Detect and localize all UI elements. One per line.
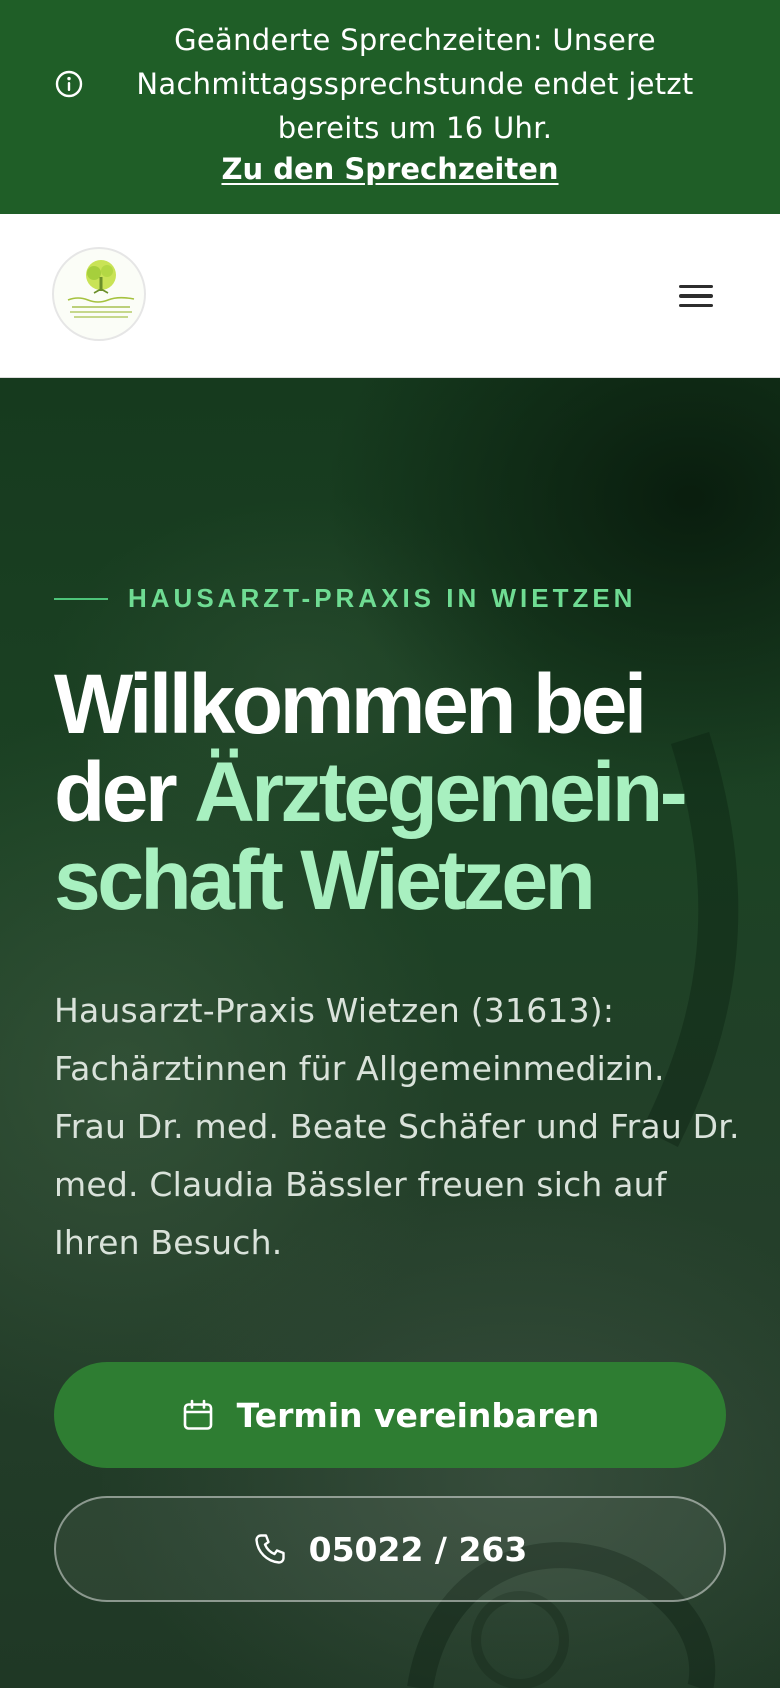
hero-intro: Hausarzt-Praxis Wietzen (31613): Fachärz… [54,991,740,1262]
announcement-text: Geänderte Sprechzeiten: Unsere Nachmitta… [136,23,694,145]
tree-logo-icon [67,260,135,318]
book-appointment-label: Termin vereinbaren [236,1395,600,1435]
announcement-bar: Geänderte Sprechzeiten: Unsere Nachmitta… [0,0,780,214]
hamburger-menu-icon[interactable] [672,276,720,316]
book-appointment-button[interactable]: Termin vereinbaren [54,1362,726,1468]
hero-eyebrow: HAUSARZT-PRAXIS IN WIETZEN [54,583,636,614]
practice-logo[interactable] [52,247,146,341]
phone-number-label: 05022 / 263 [308,1529,528,1569]
eyebrow-text: HAUSARZT-PRAXIS IN WIETZEN [128,583,637,613]
opening-hours-link[interactable]: Zu den Sprechzeiten [0,152,780,186]
eyebrow-divider [54,597,108,600]
phone-icon [254,1534,285,1564]
info-icon [55,70,83,98]
site-header [0,214,780,378]
hero-headline: Willkommen bei der Ärztegemein­schaft Wi… [54,660,754,924]
calendar-icon [183,1399,212,1430]
hero-section: HAUSARZT-PRAXIS IN WIETZEN Willkommen be… [0,378,780,1688]
call-phone-button[interactable]: 05022 / 263 [54,1496,726,1602]
